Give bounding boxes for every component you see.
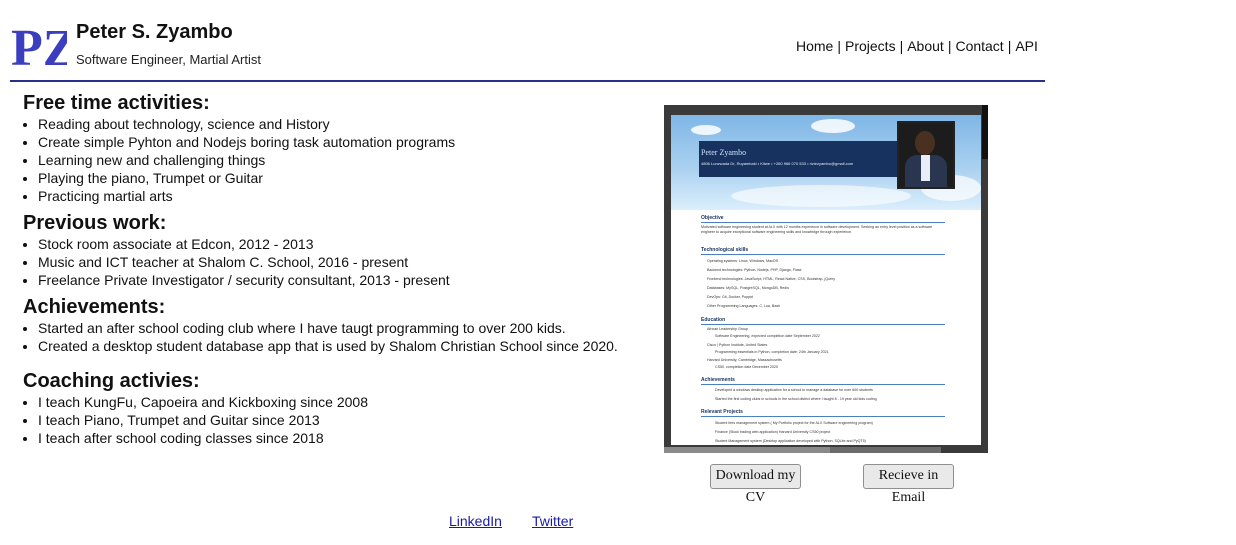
cv-tech-item: DevOps: Git, Docker, Puppet xyxy=(707,295,754,299)
header-divider xyxy=(10,80,1045,82)
cv-divider xyxy=(701,222,945,223)
cv-side-text: d xyxy=(983,110,988,119)
cv-divider xyxy=(701,416,945,417)
cv-profile-photo xyxy=(897,121,955,189)
list-item: Learning new and challenging things xyxy=(38,151,623,169)
coaching-list: I teach KungFu, Capoeira and Kickboxing … xyxy=(23,393,623,447)
cv-divider xyxy=(701,384,945,385)
cv-education-item: Harvard University, Cambridge, Massachus… xyxy=(707,358,782,362)
linkedin-link[interactable]: LinkedIn xyxy=(449,513,502,529)
section-title: Previous work: xyxy=(23,212,167,234)
cv-education-item: CS50, completion date December 2020 xyxy=(715,365,778,369)
cv-education-title: Education xyxy=(701,317,726,323)
list-item: Create simple Pyhton and Nodejs boring t… xyxy=(38,133,623,151)
cv-objective-title: Objective xyxy=(701,215,724,221)
cv-tech-item: Frontend technologies: JavaScript, HTML,… xyxy=(707,277,836,281)
cv-name-banner xyxy=(699,141,915,177)
site-tagline: Software Engineer, Martial Artist xyxy=(76,52,261,67)
cv-tech-item: Databases: MySQL, PostgreSQL, MongoDB, R… xyxy=(707,286,789,290)
cv-name: Peter Zyambo xyxy=(701,148,747,157)
cv-tech-title: Technological skills xyxy=(701,247,749,253)
list-item: Started an after school coding club wher… xyxy=(38,319,623,337)
section-title: Coaching activies: xyxy=(23,370,200,392)
cv-education-item: Cisco | Python Institute, United States xyxy=(707,343,768,347)
cv-project-item: Student Management system (Desktop appli… xyxy=(715,439,866,443)
cloud-decoration xyxy=(811,119,855,133)
list-item: Reading about technology, science and Hi… xyxy=(38,115,623,133)
nav-home-link[interactable]: Home xyxy=(796,38,833,54)
cv-achievement-item: Developed a windows desktop application … xyxy=(715,388,873,392)
logo-icon[interactable]: PZ xyxy=(11,19,67,69)
section-coaching: Coaching activies: I teach KungFu, Capoe… xyxy=(23,369,623,447)
cv-project-item: Finance (Stock trading web application) … xyxy=(715,430,831,434)
list-item: Stock room associate at Edcon, 2012 - 20… xyxy=(38,235,623,253)
nav-about-link[interactable]: About xyxy=(907,38,944,54)
main-content: Free time activities: Reading about tech… xyxy=(23,91,623,453)
cv-tech-item: Backend technologies: Python, Nodejs, PH… xyxy=(707,268,802,272)
cloud-decoration xyxy=(691,125,721,135)
cv-tech-item: Other Programming Languages: C, Lua, Bas… xyxy=(707,304,781,308)
nav-separator: | xyxy=(1007,38,1012,54)
main-nav: Home | Projects | About | Contact | API xyxy=(796,38,1038,54)
list-item: Freelance Private Investigator / securit… xyxy=(38,271,623,289)
cv-education-item: African Leadership Group xyxy=(707,327,748,331)
receive-email-button[interactable]: Recieve in Email xyxy=(863,464,954,505)
list-item: Practicing martial arts xyxy=(38,187,623,205)
cloud-decoration xyxy=(731,185,911,207)
nav-api-link[interactable]: API xyxy=(1015,38,1038,54)
section-free-time: Free time activities: Reading about tech… xyxy=(23,91,623,205)
cv-education-item: Programming essentials in Python, comple… xyxy=(715,350,829,354)
list-item: I teach Piano, Trumpet and Guitar since … xyxy=(38,411,623,429)
cv-project-item: Student fees management system ( My Port… xyxy=(715,421,873,425)
cv-education-item: Software Engineering, expected completio… xyxy=(715,334,820,338)
list-item: Playing the piano, Trumpet or Guitar xyxy=(38,169,623,187)
cv-achievements-title: Achievements xyxy=(701,377,735,383)
cv-horizontal-scrollbar[interactable] xyxy=(664,447,941,453)
photo-shirt xyxy=(921,155,930,181)
cv-objective-text: Motivated software engineering student a… xyxy=(701,225,933,234)
site-title: Peter S. Zyambo xyxy=(76,21,233,43)
twitter-link[interactable]: Twitter xyxy=(532,513,573,529)
work-list: Stock room associate at Edcon, 2012 - 20… xyxy=(23,235,623,289)
cv-contact: 4806 Lunzwada Dr, Ruyambaki • Kitwe • +2… xyxy=(701,161,854,166)
section-previous-work: Previous work: Stock room associate at E… xyxy=(23,211,623,289)
photo-face xyxy=(915,131,935,155)
logo-text: PZ xyxy=(11,20,67,69)
list-item: I teach KungFu, Capoeira and Kickboxing … xyxy=(38,393,623,411)
cv-divider xyxy=(701,324,945,325)
activity-list: Reading about technology, science and Hi… xyxy=(23,115,623,205)
cv-divider xyxy=(701,254,945,255)
scrollbar-thumb[interactable] xyxy=(664,447,830,453)
nav-projects-link[interactable]: Projects xyxy=(845,38,896,54)
section-achievements: Achievements: Started an after school co… xyxy=(23,295,623,355)
download-cv-button[interactable]: Download my CV xyxy=(710,464,801,505)
section-title: Achievements: xyxy=(23,296,166,318)
cv-tech-item: Operating systems: Linux, Windows, MacOS xyxy=(707,259,779,263)
list-item: Music and ICT teacher at Shalom C. Schoo… xyxy=(38,253,623,271)
cv-projects-title: Relevant Projects xyxy=(701,409,743,415)
section-title: Free time activities: xyxy=(23,92,210,114)
list-item: Created a desktop student database app t… xyxy=(38,337,623,355)
cv-document: Peter Zyambo 4806 Lunzwada Dr, Ruyambaki… xyxy=(671,115,981,445)
cv-achievement-item: Started the first coding clubs in school… xyxy=(715,397,877,401)
nav-contact-link[interactable]: Contact xyxy=(955,38,1003,54)
nav-separator: | xyxy=(837,38,841,54)
nav-separator: | xyxy=(899,38,904,54)
nav-separator: | xyxy=(947,38,952,54)
achievement-list: Started an after school coding club wher… xyxy=(23,319,623,355)
list-item: I teach after school coding classes sinc… xyxy=(38,429,623,447)
cv-preview-frame[interactable]: Peter Zyambo 4806 Lunzwada Dr, Ruyambaki… xyxy=(664,105,988,453)
